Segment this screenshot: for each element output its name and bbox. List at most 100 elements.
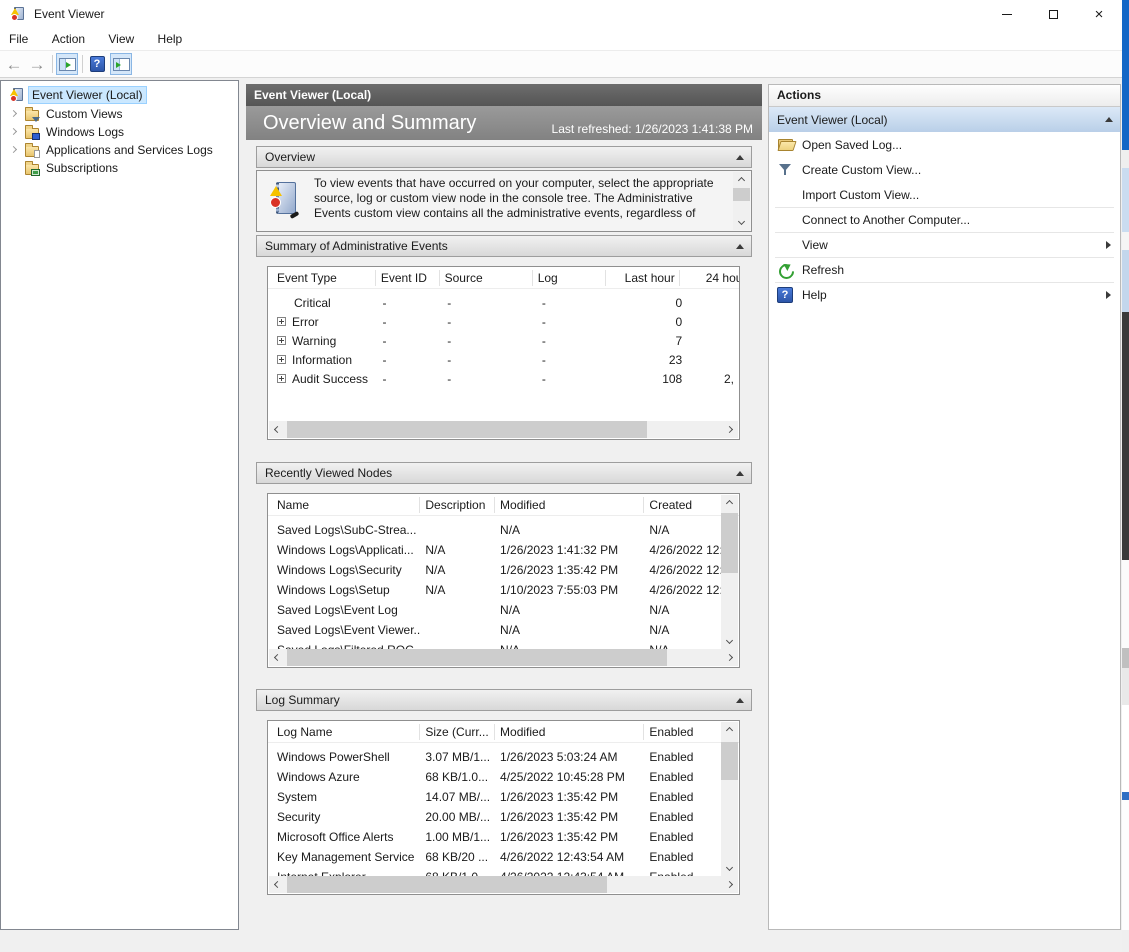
- scrollbar-thumb[interactable]: [287, 421, 647, 438]
- table-row[interactable]: Security20.00 MB/...1/26/2023 1:35:42 PM…: [268, 807, 739, 827]
- collapse-button[interactable]: [729, 463, 751, 483]
- scroll-right-button[interactable]: [721, 421, 738, 438]
- minimize-button[interactable]: [984, 0, 1030, 28]
- table-row[interactable]: Key Management Service68 KB/20 ...4/26/2…: [268, 847, 739, 867]
- action-help[interactable]: ? Help: [769, 282, 1120, 307]
- forward-button[interactable]: →: [26, 53, 48, 75]
- table-row[interactable]: Saved Logs\SubC-Strea...N/AN/A: [268, 520, 739, 540]
- table-row[interactable]: Information - - - 23: [268, 350, 739, 369]
- admin-summary-section-header[interactable]: Summary of Administrative Events: [256, 235, 752, 257]
- scrollbar-thumb[interactable]: [721, 742, 738, 780]
- action-open-saved-log[interactable]: Open Saved Log...: [769, 132, 1120, 157]
- menu-action[interactable]: Action: [42, 28, 95, 50]
- table-row[interactable]: Windows Logs\SetupN/A1/10/2023 7:55:03 P…: [268, 580, 739, 600]
- show-hide-console-tree-button[interactable]: [56, 53, 78, 75]
- scroll-down-button[interactable]: [721, 859, 738, 876]
- table-row[interactable]: Saved Logs\Event LogN/AN/A: [268, 600, 739, 620]
- scroll-up-button[interactable]: [721, 495, 738, 512]
- scroll-up-button[interactable]: [721, 722, 738, 739]
- scrollbar-thumb[interactable]: [287, 876, 607, 893]
- expand-icon[interactable]: [277, 374, 286, 383]
- chevron-right-icon[interactable]: [10, 128, 17, 135]
- scrollbar-thumb[interactable]: [287, 649, 667, 666]
- tree-item-applications-and-services-logs[interactable]: Applications and Services Logs: [11, 140, 216, 159]
- expand-icon[interactable]: [277, 317, 286, 326]
- show-hide-action-pane-button[interactable]: [110, 53, 132, 75]
- chevron-right-icon[interactable]: [10, 110, 17, 117]
- log-summary-section-header[interactable]: Log Summary: [256, 689, 752, 711]
- close-button[interactable]: ×: [1076, 0, 1122, 28]
- scroll-down-button[interactable]: [721, 632, 738, 649]
- table-row[interactable]: Windows Azure68 KB/1.0...4/25/2022 10:45…: [268, 767, 739, 787]
- tree-item-windows-logs[interactable]: Windows Logs: [11, 122, 127, 141]
- scroll-left-button[interactable]: [269, 649, 286, 666]
- column-header[interactable]: Size (Curr...: [420, 724, 495, 740]
- action-import-custom-view[interactable]: Import Custom View...: [769, 182, 1120, 207]
- log-summary-horizontal-scrollbar[interactable]: [269, 876, 738, 893]
- table-row[interactable]: System14.07 MB/...1/26/2023 1:35:42 PMEn…: [268, 787, 739, 807]
- tree-item-custom-views[interactable]: Custom Views: [11, 104, 125, 123]
- column-header[interactable]: Event ID: [376, 270, 440, 286]
- table-row[interactable]: Windows Logs\SecurityN/A1/26/2023 1:35:4…: [268, 560, 739, 580]
- tree-item-subscriptions[interactable]: Subscriptions: [25, 158, 121, 177]
- admin-summary-horizontal-scrollbar[interactable]: [269, 421, 738, 438]
- table-row[interactable]: Critical - - - 0: [268, 293, 739, 312]
- column-header[interactable]: 24 hou: [680, 270, 739, 286]
- table-row[interactable]: Error - - - 0: [268, 312, 739, 331]
- table-row[interactable]: Windows PowerShell3.07 MB/1...1/26/2023 …: [268, 747, 739, 767]
- maximize-button[interactable]: [1030, 0, 1076, 28]
- scroll-down-button[interactable]: [733, 213, 750, 230]
- tree-item-label[interactable]: Applications and Services Logs: [43, 142, 216, 158]
- menu-help[interactable]: Help: [148, 28, 193, 50]
- table-row[interactable]: Audit Success - - - 108 2,: [268, 369, 739, 388]
- tree-item-label[interactable]: Subscriptions: [43, 160, 121, 176]
- help-toolbar-button[interactable]: ?: [86, 53, 108, 75]
- collapse-button[interactable]: [729, 147, 751, 167]
- collapse-button[interactable]: [729, 236, 751, 256]
- chevron-right-icon[interactable]: [10, 146, 17, 153]
- table-row[interactable]: Windows Logs\Applicati...N/A1/26/2023 1:…: [268, 540, 739, 560]
- column-header[interactable]: Log: [533, 270, 607, 286]
- tree-item-label[interactable]: Windows Logs: [43, 124, 127, 140]
- actions-section-event-viewer[interactable]: Event Viewer (Local): [769, 107, 1120, 132]
- scroll-up-button[interactable]: [733, 172, 750, 189]
- column-header[interactable]: Event Type: [268, 270, 376, 286]
- action-connect-to-another-computer[interactable]: Connect to Another Computer...: [769, 207, 1120, 232]
- column-header[interactable]: Description: [420, 497, 495, 513]
- collapse-button[interactable]: [729, 690, 751, 710]
- overview-section-header[interactable]: Overview: [256, 146, 752, 168]
- column-header[interactable]: Last hour: [606, 270, 680, 286]
- collapse-button[interactable]: [1098, 110, 1120, 130]
- scroll-right-button[interactable]: [721, 649, 738, 666]
- table-row[interactable]: Warning - - - 7: [268, 331, 739, 350]
- log-summary-vertical-scrollbar[interactable]: [721, 722, 738, 876]
- menu-view[interactable]: View: [98, 28, 144, 50]
- menu-file[interactable]: File: [0, 28, 38, 50]
- tree-item-event-viewer-root[interactable]: Event Viewer (Local): [9, 85, 146, 104]
- scrollbar-thumb[interactable]: [733, 188, 750, 201]
- column-header[interactable]: Source: [440, 270, 533, 286]
- action-refresh[interactable]: Refresh: [769, 257, 1120, 282]
- recent-nodes-vertical-scrollbar[interactable]: [721, 495, 738, 649]
- overview-vertical-scrollbar[interactable]: [733, 172, 750, 230]
- table-row[interactable]: Saved Logs\Event Viewer...N/AN/A: [268, 620, 739, 640]
- column-header[interactable]: Modified: [495, 497, 644, 513]
- scroll-left-button[interactable]: [269, 421, 286, 438]
- expand-icon[interactable]: [277, 355, 286, 364]
- event-viewer-book-icon: [269, 181, 299, 219]
- column-header[interactable]: Name: [268, 497, 420, 513]
- table-row[interactable]: Microsoft Office Alerts1.00 MB/1...1/26/…: [268, 827, 739, 847]
- column-header[interactable]: Log Name: [268, 724, 420, 740]
- scroll-left-button[interactable]: [269, 876, 286, 893]
- action-view[interactable]: View: [769, 232, 1120, 257]
- tree-item-label[interactable]: Event Viewer (Local): [29, 87, 146, 103]
- back-button[interactable]: ←: [3, 53, 25, 75]
- expand-icon[interactable]: [277, 336, 286, 345]
- column-header[interactable]: Modified: [495, 724, 644, 740]
- scroll-right-button[interactable]: [721, 876, 738, 893]
- recent-nodes-horizontal-scrollbar[interactable]: [269, 649, 738, 666]
- tree-item-label[interactable]: Custom Views: [43, 106, 125, 122]
- action-create-custom-view[interactable]: Create Custom View...: [769, 157, 1120, 182]
- scrollbar-thumb[interactable]: [721, 513, 738, 573]
- recent-nodes-section-header[interactable]: Recently Viewed Nodes: [256, 462, 752, 484]
